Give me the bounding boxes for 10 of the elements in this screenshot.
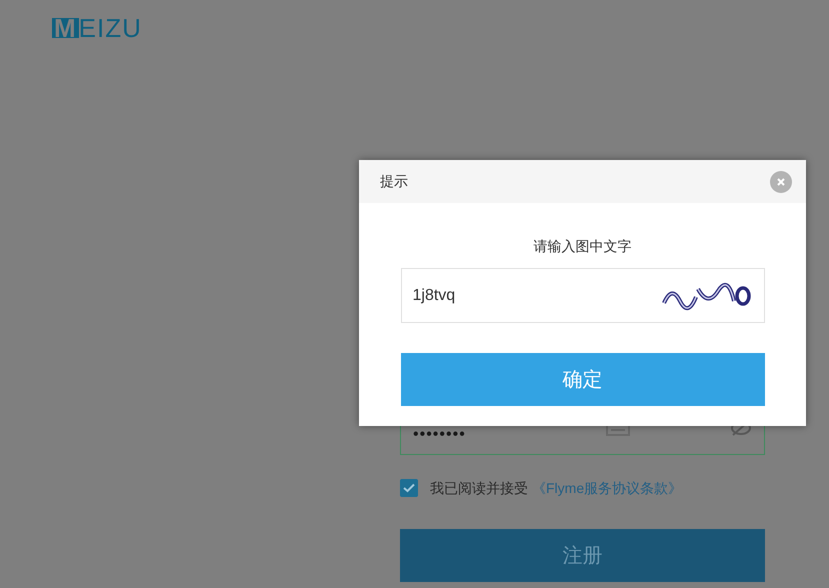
dialog-title: 提示 xyxy=(380,172,408,191)
terms-link[interactable]: 《Flyme服务协议条款》 xyxy=(532,478,682,498)
agreement-label: 我已阅读并接受 xyxy=(430,478,528,498)
confirm-button[interactable]: 确定 xyxy=(400,353,764,406)
agree-checkbox[interactable] xyxy=(400,479,418,497)
captcha-prompt: 请输入图中文字 xyxy=(534,237,632,256)
register-button[interactable]: 注册 xyxy=(400,529,765,582)
logo: MEIZU xyxy=(52,18,142,38)
checkmark-icon xyxy=(403,483,415,493)
captcha-field[interactable]: 1j8tvq xyxy=(400,268,764,323)
